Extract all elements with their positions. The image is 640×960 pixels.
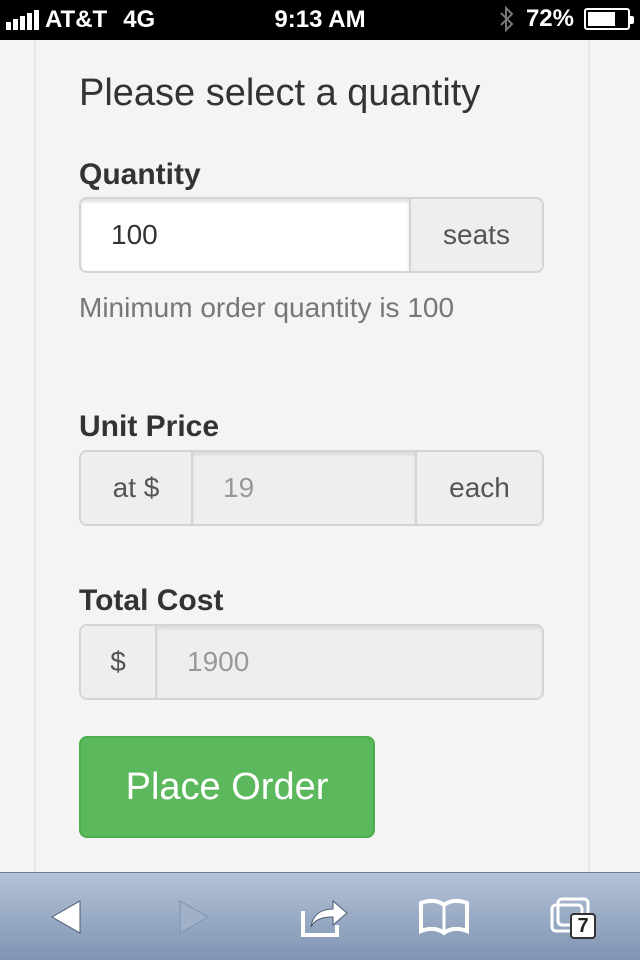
battery-level-fill — [588, 12, 616, 26]
total-cost-label: Total Cost — [79, 584, 224, 617]
back-button[interactable] — [38, 891, 94, 943]
unit-price-field: 19 — [193, 452, 417, 524]
right-rail — [588, 40, 590, 872]
unit-price-input-group: at $ 19 each — [79, 450, 544, 526]
total-cost-field: 1900 — [157, 626, 542, 698]
bluetooth-icon — [500, 6, 514, 32]
tabs-button[interactable]: 7 — [544, 891, 600, 943]
share-icon — [301, 899, 348, 937]
battery-icon — [584, 8, 634, 30]
battery-percent: 72% — [525, 5, 574, 32]
left-rail — [34, 40, 36, 872]
quantity-help-text: Minimum order quantity is 100 — [79, 292, 455, 323]
place-order-button[interactable]: Place Order — [79, 736, 375, 838]
total-cost-prefix: $ — [81, 626, 157, 698]
unit-price-prefix: at $ — [81, 452, 193, 524]
quantity-suffix: seats — [411, 199, 542, 271]
back-icon — [50, 900, 81, 934]
quantity-input[interactable]: 100 — [81, 199, 411, 271]
unit-price-suffix: each — [417, 452, 542, 524]
page-content: Please select a quantity Quantity 100 se… — [0, 40, 640, 872]
bookmarks-icon — [419, 898, 469, 936]
browser-toolbar: 7 — [0, 872, 640, 960]
unit-price-label: Unit Price — [79, 410, 220, 443]
bookmarks-button[interactable] — [416, 891, 472, 943]
status-right: 72% — [498, 5, 634, 33]
tabs-count-badge: 7 — [570, 913, 596, 939]
page-title: Please select a quantity — [79, 72, 481, 114]
forward-button[interactable] — [166, 891, 222, 943]
total-cost-input-group: $ 1900 — [79, 624, 544, 700]
forward-icon — [179, 900, 210, 934]
status-bar: AT&T 4G 9:13 AM 72% — [0, 0, 640, 40]
quantity-input-group: 100 seats — [79, 197, 544, 273]
share-button[interactable] — [296, 891, 352, 943]
quantity-label: Quantity — [79, 158, 201, 191]
